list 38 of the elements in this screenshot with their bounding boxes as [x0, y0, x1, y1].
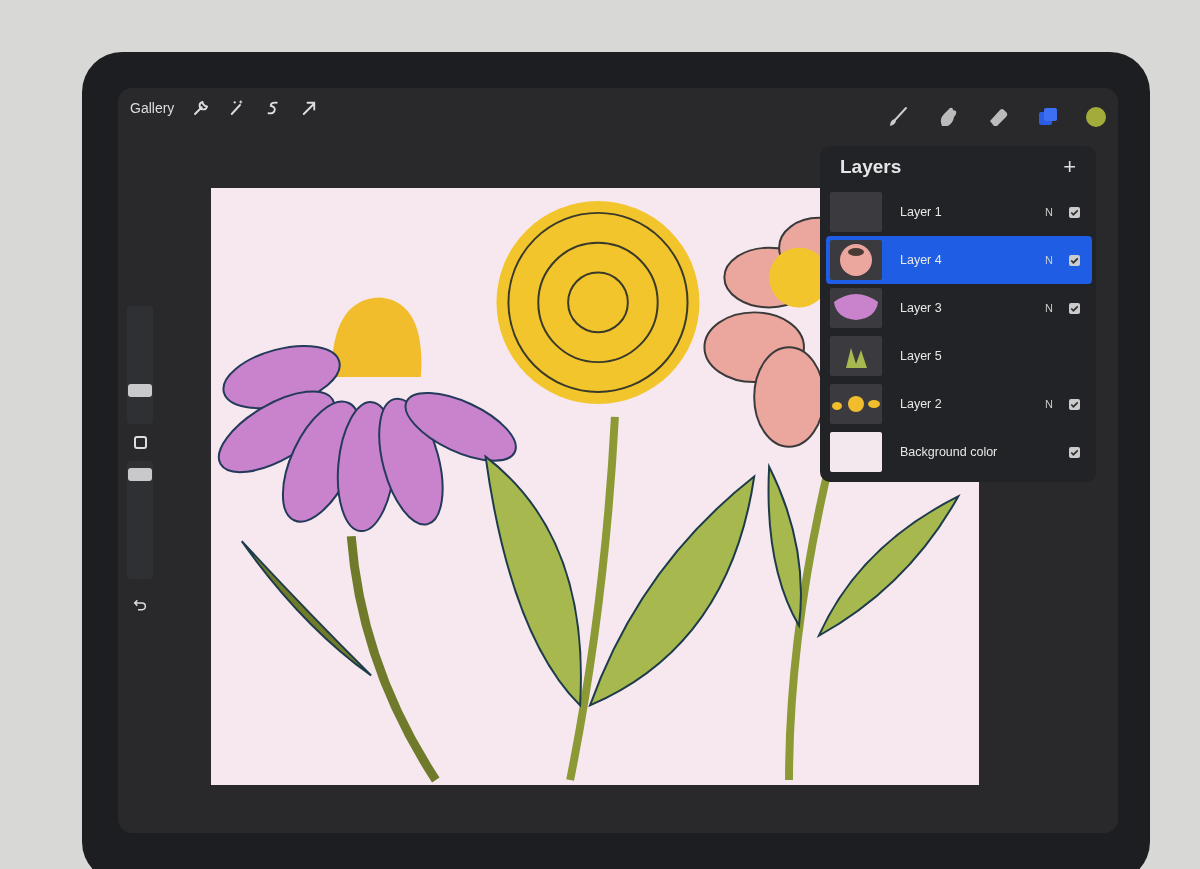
layer-name: Layer 1 [900, 205, 943, 219]
visibility-checkbox[interactable] [1069, 446, 1080, 458]
blend-mode-label[interactable]: N [1045, 254, 1069, 266]
layer-row[interactable]: Layer 2 N [826, 380, 1092, 428]
layer-row[interactable]: Layer 5 [826, 332, 1092, 380]
layer-thumbnail [830, 288, 882, 328]
layer-name: Layer 4 [900, 253, 943, 267]
layer-thumbnail [830, 432, 882, 472]
blend-mode-label[interactable]: N [1045, 398, 1069, 410]
layer-row[interactable]: Layer 4 N [826, 236, 1092, 284]
layer-name: Layer 2 [900, 397, 943, 411]
visibility-checkbox[interactable] [1069, 254, 1080, 266]
opacity-slider[interactable] [127, 461, 153, 579]
layer-thumbnail [830, 384, 882, 424]
add-layer-button[interactable]: + [1063, 156, 1076, 178]
layer-name: Layer 3 [900, 301, 943, 315]
slider-thumb[interactable] [128, 467, 152, 481]
panel-title: Layers [840, 156, 902, 178]
layer-thumbnail [830, 240, 882, 280]
blend-mode-label[interactable]: N [1045, 206, 1069, 218]
color-swatch[interactable] [1086, 107, 1106, 127]
slider-thumb[interactable] [128, 383, 152, 397]
undo-button[interactable] [132, 597, 148, 613]
layer-name: Layer 5 [900, 349, 943, 363]
square-icon[interactable] [133, 436, 147, 449]
visibility-checkbox[interactable] [1069, 398, 1080, 410]
wrench-icon[interactable] [192, 99, 211, 117]
visibility-checkbox[interactable] [1069, 206, 1080, 218]
layer-thumbnail [830, 192, 882, 232]
blend-mode-label[interactable]: N [1045, 302, 1069, 314]
layer-thumbnail [830, 336, 882, 376]
layer-row[interactable]: Layer 1 N [826, 188, 1092, 236]
brush-size-slider[interactable] [127, 306, 153, 424]
layer-row[interactable]: Background color [826, 428, 1092, 476]
visibility-checkbox[interactable] [1069, 302, 1080, 314]
layer-row[interactable]: Layer 3 N [826, 284, 1092, 332]
layer-name: Background color [900, 445, 999, 459]
gallery-button[interactable]: Gallery [130, 100, 175, 116]
